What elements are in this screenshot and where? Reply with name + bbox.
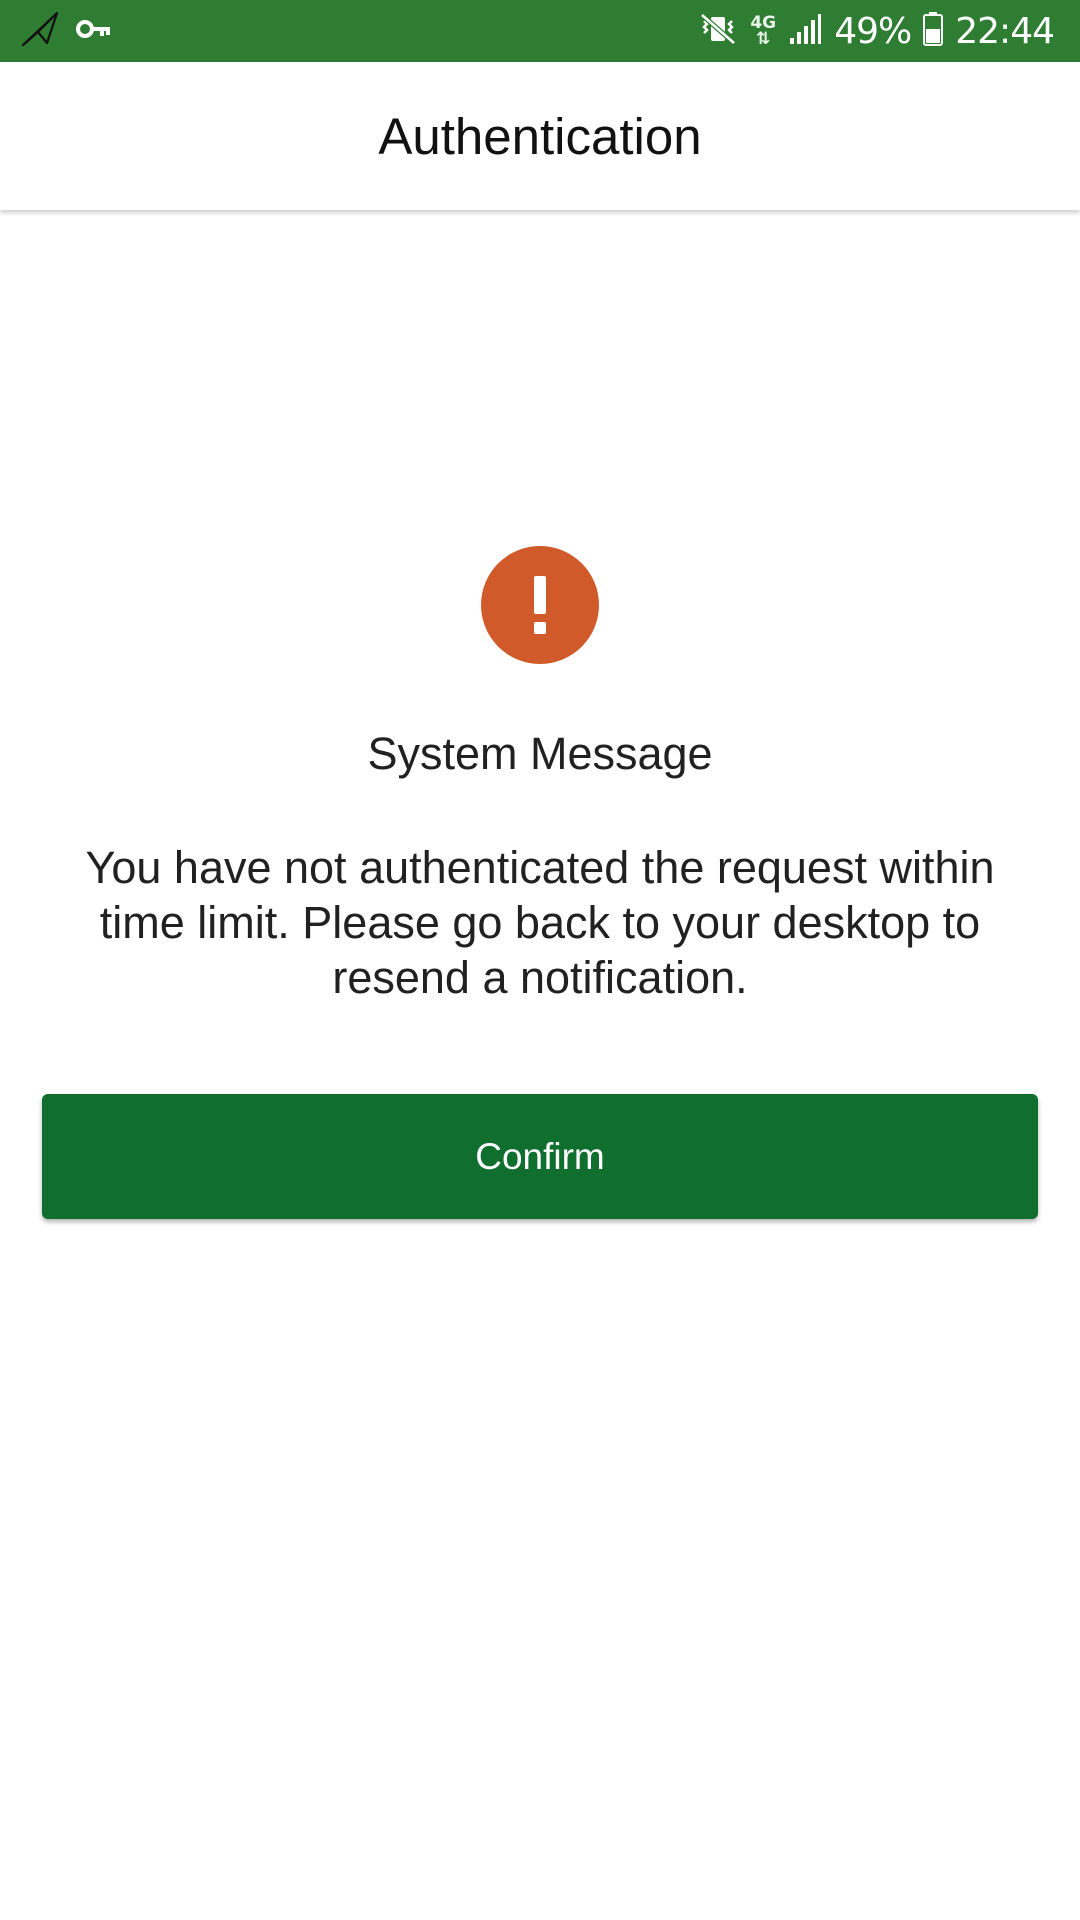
signal-icon: [788, 12, 822, 51]
status-left-icons: [20, 0, 112, 62]
alert-exclamation-icon: [481, 546, 599, 664]
message-title: System Message: [367, 728, 713, 779]
battery-percent: 49%: [834, 10, 912, 52]
network-4g-icon: 4G ⇅: [750, 13, 777, 49]
vibrate-mute-icon: [698, 11, 738, 52]
app-bar: Authentication: [0, 62, 1080, 210]
status-right-icons: 4G ⇅ 49% 22:44: [698, 0, 1055, 62]
vpn-key-icon: [76, 17, 112, 46]
status-bar: 4G ⇅ 49% 22:44: [0, 0, 1080, 62]
clock: 22:44: [955, 10, 1055, 52]
battery-icon: [923, 11, 944, 51]
message-body: You have not authenticated the request w…: [85, 842, 995, 1003]
send-icon: [20, 9, 60, 54]
confirm-button-label: Confirm: [475, 1135, 605, 1177]
confirm-button[interactable]: Confirm: [42, 1094, 1038, 1219]
page-title: Authentication: [378, 107, 702, 165]
